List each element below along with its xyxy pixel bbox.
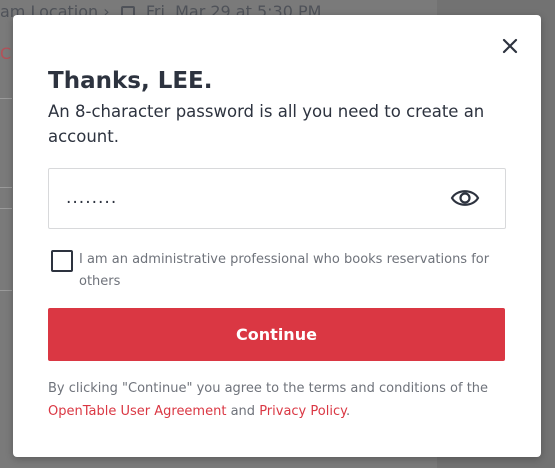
admin-professional-label[interactable]: I am an administrative professional who … [79, 249, 519, 293]
create-account-modal: Thanks, LEE. An 8-character password is … [13, 15, 541, 457]
background-divider [0, 208, 12, 209]
eye-icon [450, 190, 480, 206]
terms-and: and [230, 404, 256, 419]
close-button[interactable] [500, 36, 520, 56]
terms-suffix: . [345, 404, 351, 419]
background-divider [0, 187, 12, 188]
password-input[interactable] [50, 170, 430, 225]
modal-subtitle: An 8-character password is all you need … [48, 102, 485, 146]
continue-button[interactable]: Continue [48, 308, 505, 361]
background-divider [0, 290, 12, 291]
admin-professional-checkbox[interactable] [51, 250, 73, 272]
terms-text: By clicking "Continue" you agree to the … [48, 377, 518, 423]
show-password-button[interactable] [450, 185, 480, 211]
modal-title: Thanks, LEE. [48, 68, 213, 94]
terms-prefix: By clicking "Continue" you agree to the … [48, 381, 489, 396]
background-link: C [0, 44, 12, 63]
user-agreement-link[interactable]: OpenTable User Agreement [48, 404, 226, 419]
background-divider [0, 98, 12, 99]
close-icon [502, 38, 518, 54]
privacy-policy-link[interactable]: Privacy Policy [259, 404, 346, 419]
password-field-container [48, 168, 506, 229]
